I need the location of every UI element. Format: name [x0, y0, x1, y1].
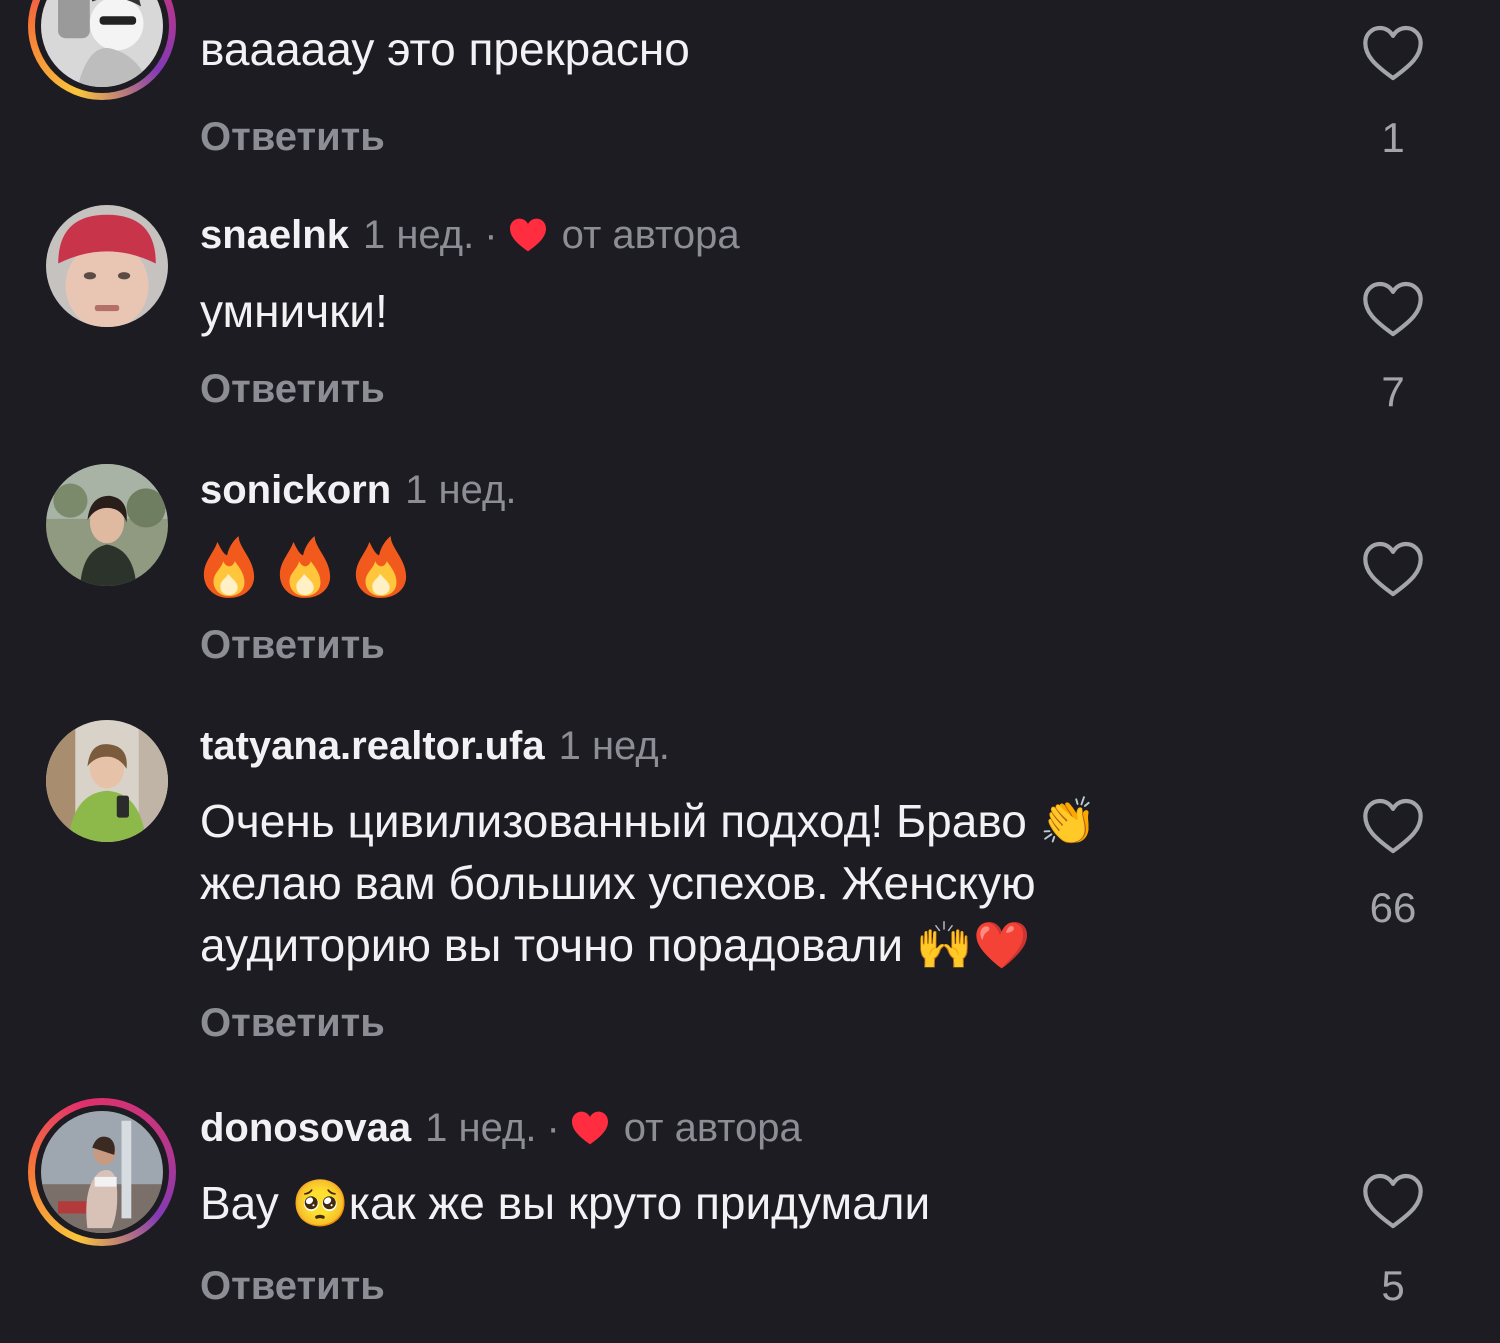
- avatar-photo: [46, 464, 168, 586]
- comment-time: 1 нед.: [558, 724, 670, 768]
- username[interactable]: donosovaa: [200, 1104, 411, 1152]
- username[interactable]: snaelnk: [200, 211, 349, 259]
- fire-emoji-icon: [279, 535, 331, 598]
- comment-text-line: аудиторию вы точно порадовали 🙌❤️: [200, 919, 1031, 971]
- reply-button[interactable]: Ответить: [200, 365, 385, 413]
- separator-dot: ·: [546, 1106, 560, 1150]
- reply-button[interactable]: Ответить: [200, 113, 385, 161]
- username[interactable]: tatyana.realtor.ufa: [200, 722, 545, 770]
- like-heart-icon[interactable]: [1360, 540, 1426, 598]
- comment-meta: snaelnk 1 нед. · от автора: [200, 211, 740, 259]
- comment-text: [200, 530, 1320, 600]
- author-label: от автора: [623, 1106, 802, 1150]
- avatar-photo: [46, 720, 168, 842]
- avatar[interactable]: [28, 0, 176, 100]
- comment-text: Вау 🥺как же вы круто придумали: [200, 1177, 931, 1229]
- comment-time: 1 нед.: [425, 1106, 537, 1150]
- like-heart-icon[interactable]: [1360, 24, 1426, 82]
- author-liked-heart-icon: [509, 218, 546, 252]
- like-count: 5: [1381, 1262, 1405, 1309]
- fire-emoji-icon: [203, 535, 255, 598]
- avatar-photo: [46, 205, 168, 327]
- reply-button[interactable]: Ответить: [200, 1262, 385, 1310]
- comment-meta: donosovaa 1 нед. · от автора: [200, 1104, 802, 1152]
- author-label: от автора: [561, 213, 740, 257]
- comment-text: Очень цивилизованный подход! Браво 👏 жел…: [200, 790, 1320, 976]
- username[interactable]: sonickorn: [200, 466, 391, 514]
- author-liked-heart-icon: [571, 1111, 608, 1145]
- fire-emoji-icon: [355, 535, 407, 598]
- comment-text: умнички!: [200, 285, 388, 337]
- comment-time: 1 нед.: [405, 468, 517, 512]
- comment-meta: tatyana.realtor.ufa 1 нед.: [200, 722, 670, 770]
- avatar[interactable]: [46, 720, 168, 842]
- reply-button[interactable]: Ответить: [200, 999, 385, 1047]
- comment-text-line: желаю вам больших успехов. Женскую: [200, 857, 1036, 909]
- avatar-photo: [41, 0, 163, 87]
- like-count: 7: [1381, 368, 1405, 415]
- comment-text: вааааау это прекрасно: [200, 23, 690, 75]
- avatar-photo: [41, 1111, 163, 1233]
- like-heart-icon[interactable]: [1360, 1172, 1426, 1230]
- avatar[interactable]: [46, 464, 168, 586]
- separator-dot: ·: [484, 213, 498, 257]
- comment-meta: sonickorn 1 нед.: [200, 466, 516, 514]
- avatar[interactable]: [46, 205, 168, 327]
- reply-button[interactable]: Ответить: [200, 621, 385, 669]
- like-heart-icon[interactable]: [1360, 280, 1426, 338]
- avatar[interactable]: [28, 1098, 176, 1246]
- like-heart-icon[interactable]: [1360, 797, 1426, 855]
- like-count: 1: [1381, 114, 1405, 161]
- like-count: 66: [1369, 884, 1417, 931]
- comment-time: 1 нед.: [362, 213, 475, 257]
- comment-text-line: Очень цивилизованный подход! Браво 👏: [200, 795, 1097, 847]
